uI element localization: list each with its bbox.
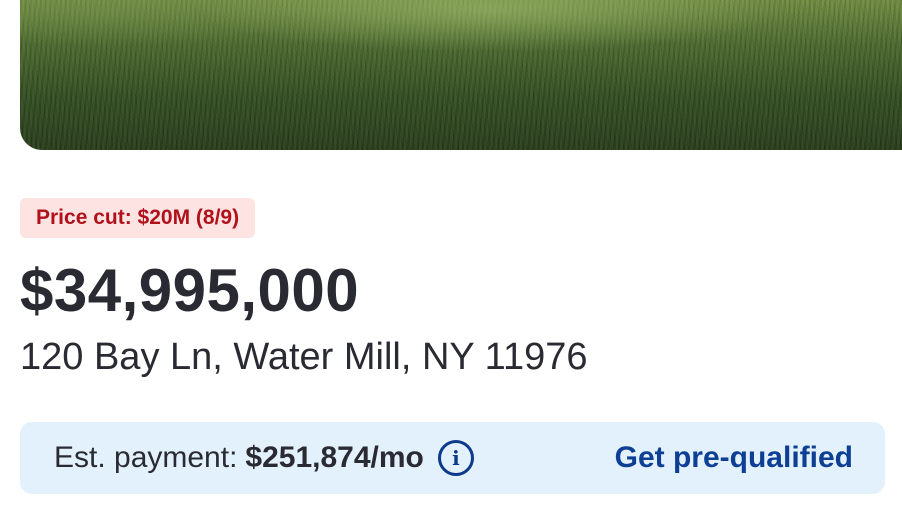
info-icon-glyph: i bbox=[452, 446, 460, 470]
get-pre-qualified-link[interactable]: Get pre-qualified bbox=[615, 441, 853, 475]
estimated-payment-amount: $251,874/mo bbox=[245, 441, 424, 474]
listing-address: 120 Bay Ln, Water Mill, NY 11976 bbox=[20, 336, 588, 378]
listing-photo[interactable] bbox=[20, 0, 902, 150]
price-cut-badge: Price cut: $20M (8/9) bbox=[20, 198, 256, 238]
listing-price: $34,995,000 bbox=[20, 257, 360, 324]
price-cut-badge-label: Price cut: $20M (8/9) bbox=[36, 206, 240, 229]
estimated-payment-bar: Est. payment: $251,874/mo i Get pre-qual… bbox=[20, 422, 885, 494]
info-icon[interactable]: i bbox=[437, 440, 474, 476]
estimated-payment-label: Est. payment: bbox=[54, 441, 238, 474]
